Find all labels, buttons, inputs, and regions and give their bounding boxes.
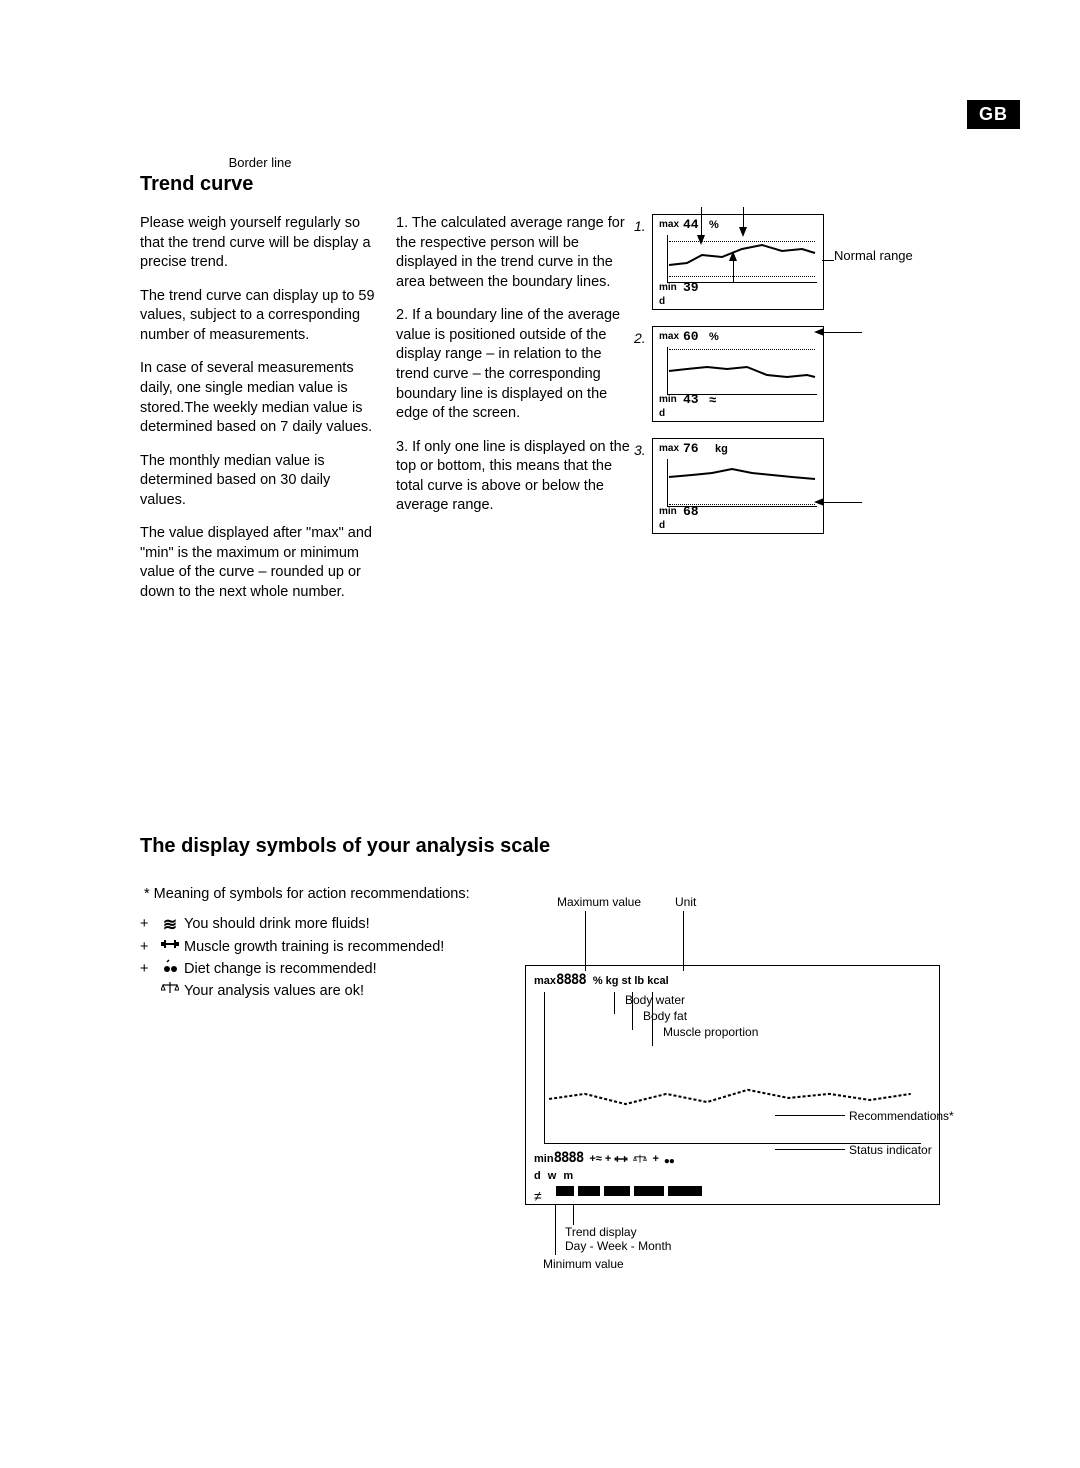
muscle-icon: [156, 937, 184, 959]
label-min-value: Minimum value: [543, 1257, 624, 1271]
lcd-unit: kg: [715, 443, 728, 455]
diet-icon: [156, 959, 184, 981]
diag-min-row: min8888 +≈ + +: [534, 1150, 676, 1166]
figure-number: 1.: [634, 218, 646, 234]
plus-sign: +: [140, 959, 156, 981]
symbols-intro: * Meaning of symbols for action recommen…: [140, 884, 500, 906]
symbol-row-water: + ≋ You should drink more fluids!: [140, 912, 500, 938]
lcd-max-label: max: [659, 443, 679, 454]
para: The value displayed after "max" and "min…: [140, 524, 378, 602]
heading-trend-curve: Trend curve: [140, 173, 940, 196]
lcd-period: d: [659, 296, 665, 307]
col-middle: 1. The calculated average range for the …: [396, 214, 634, 617]
language-badge: GB: [967, 100, 1020, 129]
lcd-period: d: [659, 408, 665, 419]
plus-sign: +: [140, 937, 156, 959]
symbol-text: You should drink more fluids!: [184, 914, 500, 936]
lcd-max-label: max: [659, 331, 679, 342]
lcd-period: d: [659, 520, 665, 531]
symbol-text: Your analysis values are ok!: [184, 981, 500, 1003]
label-normal-range: Normal range: [834, 248, 913, 263]
col-left: Please weigh yourself regularly so that …: [140, 214, 378, 617]
label-status-indicator: Status indicator: [849, 1143, 932, 1157]
symbol-row-scale: Your analysis values are ok!: [140, 981, 500, 1003]
lcd-max-label: max: [659, 219, 679, 230]
figure-1: 1. max 44 % min 39 d: [652, 214, 932, 310]
scale-icon: [156, 981, 184, 1003]
para: The trend curve can display up to 59 val…: [140, 287, 378, 346]
lcd-unit: %: [709, 331, 719, 343]
label-recommendations: Recommendations*: [849, 1109, 954, 1123]
lcd-max-value: 76: [683, 441, 699, 456]
symbol-row-muscle: + Muscle growth training is recommended!: [140, 937, 500, 959]
symbol-text: Diet change is recommended!: [184, 959, 500, 981]
diagram-frame: max8888 % kg st lb kcal: [525, 965, 940, 1205]
figure-3: 3. max 76 kg min 68 d: [652, 438, 932, 534]
label-max-value: Maximum value: [557, 895, 641, 909]
lcd-display-2: max 60 % min 43 d ≈: [652, 326, 824, 422]
diag-period-row: d w m: [534, 1170, 575, 1182]
heading-display-symbols: The display symbols of your analysis sca…: [140, 835, 940, 858]
figure-number: 3.: [634, 442, 646, 458]
lcd-max-value: 60: [683, 329, 699, 344]
lcd-min-label: min: [659, 282, 677, 293]
display-diagram: Maximum value Unit max8888 % kg st lb kc…: [525, 885, 940, 1265]
para: In case of several measurements daily, o…: [140, 359, 378, 437]
para: The monthly median value is determined b…: [140, 452, 378, 511]
lcd-max-value: 44: [683, 217, 699, 232]
lcd-min-label: min: [659, 394, 677, 405]
para: 3. If only one line is displayed on the …: [396, 438, 634, 516]
lcd-min-label: min: [659, 506, 677, 517]
label-body-fat: Body fat: [643, 1009, 687, 1023]
label-border-line: Border line: [210, 155, 310, 170]
para: 1. The calculated average range for the …: [396, 214, 634, 292]
label-muscle: Muscle proportion: [663, 1025, 758, 1039]
para: Please weigh yourself regularly so that …: [140, 214, 378, 273]
symbol-text: Muscle growth training is recommended!: [184, 937, 500, 959]
para: 2. If a boundary line of the ave­rage va…: [396, 306, 634, 423]
symbol-row-diet: + Diet change is recommended!: [140, 959, 500, 981]
diag-max-row: max8888 % kg st lb kcal: [534, 972, 669, 988]
lcd-unit: %: [709, 219, 719, 231]
figure-2: 2. max 60 % min 43 d ≈: [652, 326, 932, 422]
figure-number: 2.: [634, 330, 646, 346]
water-icon: ≋: [156, 912, 184, 938]
label-trend-display: Trend display Day - Week - Month: [565, 1225, 671, 1253]
lcd-display-3: max 76 kg min 68 d: [652, 438, 824, 534]
label-unit: Unit: [675, 895, 696, 909]
label-body-water: Body water: [625, 993, 685, 1007]
section-trend-curve: Trend curve Please weigh yourself regula…: [140, 173, 940, 617]
section-display-symbols: The display symbols of your analysis sca…: [140, 835, 940, 1003]
symbols-list: * Meaning of symbols for action recommen…: [140, 884, 500, 1003]
plus-sign: +: [140, 914, 156, 936]
lcd-display-1: max 44 % min 39 d: [652, 214, 824, 310]
col-figures: Border line 1. max 44 % min 39 d: [652, 214, 932, 617]
